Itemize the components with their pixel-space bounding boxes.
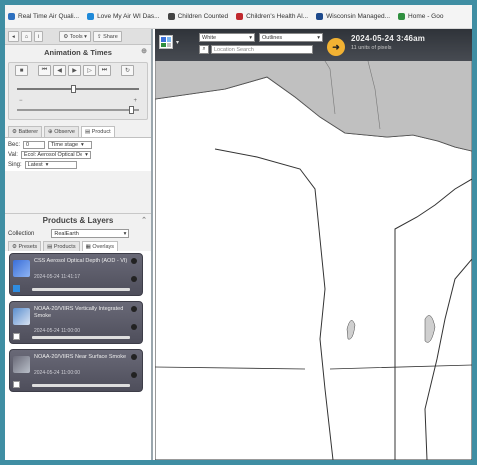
layer-card-vertical-smoke[interactable]: NOAA-20/VIIRS Vertically Integrated Smok… [9, 301, 143, 344]
chevron-down-icon: ▾ [45, 162, 49, 168]
bookmark-wisconsin-managed[interactable]: Wisconsin Managed... [316, 13, 390, 20]
product-options: Bec: 0 Time stage ▾ Val: Ecol: Aerosol Op… [5, 137, 151, 171]
bookmark-childrens-health[interactable]: Children's Health Al... [236, 13, 308, 20]
layer-info-icon[interactable] [131, 258, 137, 264]
bookmark-favicon-icon [398, 13, 406, 20]
bookmark-home[interactable]: Home - Goo [398, 13, 443, 20]
option-row-2: Val: Ecol: Aerosol Optical Depth▾ [5, 150, 151, 160]
next-frame-button[interactable]: ▷ [83, 65, 96, 76]
layer-menu-icon[interactable] [131, 372, 137, 378]
products-icon: ▤ [47, 244, 54, 250]
option-row-1: Bec: 0 Time stage ▾ [5, 140, 151, 150]
chevron-down-icon: ▾ [81, 142, 84, 148]
tab-product[interactable]: ▤ Product [80, 126, 115, 137]
datetime-subtitle: 11 units of pixels [351, 45, 392, 51]
layer-opacity-slider[interactable] [32, 288, 130, 291]
tab-batterer[interactable]: ⚙ Batterer [8, 126, 43, 137]
play-button[interactable]: ▶ [68, 65, 81, 76]
bookmark-love-my-air[interactable]: Love My Air WI Das... [87, 13, 160, 20]
animation-panel: ■ ⏮ ◀ ▶ ▷ ⏭ ↻ − + [8, 62, 148, 120]
product-select[interactable]: Ecol: Aerosol Optical Depth▾ [20, 151, 91, 159]
layer-visible-checkbox[interactable] [13, 333, 20, 340]
playback-controls: ■ ⏮ ◀ ▶ ▷ ⏭ ↻ [9, 63, 147, 78]
first-frame-button[interactable]: ⏮ [38, 65, 51, 76]
layer-opacity-slider[interactable] [32, 384, 130, 387]
info-button[interactable]: i [34, 31, 44, 42]
basemap-dropdown-icon[interactable]: ▾ [176, 39, 179, 46]
bookmark-air-quality[interactable]: Real Time Air Quali... [8, 13, 79, 20]
bookmark-favicon-icon [236, 13, 244, 20]
layer-menu-icon[interactable] [131, 324, 137, 330]
chevron-down-icon: ▾ [85, 152, 88, 158]
time-arrow-button[interactable]: ➜ [327, 38, 345, 56]
share-button[interactable]: ⇪ Share [92, 31, 122, 42]
bookmark-favicon-icon [316, 13, 324, 20]
layers-icon: ▤ [84, 129, 92, 135]
frame-slider[interactable] [17, 106, 139, 114]
bookmark-children-counted[interactable]: Children Counted [167, 13, 228, 20]
chevron-down-icon: ▾ [123, 230, 127, 237]
search-icon[interactable]: ⌕ [199, 45, 209, 54]
map-top-toolbar: ▾ White ▾ Outlines ▾ ⌕ Location Search ➜ 2… [155, 29, 472, 61]
basemap-grid-icon[interactable] [159, 35, 173, 49]
bookmark-favicon-icon [8, 13, 15, 20]
map-canvas[interactable] [155, 29, 472, 460]
loop-button[interactable]: ↻ [121, 65, 134, 76]
bookmark-favicon-icon [167, 13, 175, 20]
location-search-input[interactable]: Location Search [211, 45, 313, 54]
prev-frame-button[interactable]: ◀ [53, 65, 66, 76]
option-row-3: Sing: Latest ▾ [5, 160, 151, 170]
layer-opacity-slider[interactable] [32, 336, 130, 339]
bookmark-favicon-icon [87, 13, 95, 20]
tools-button[interactable]: ⚙ Tools ▾ [59, 31, 91, 42]
layer-info-icon[interactable] [131, 306, 137, 312]
bookmarks-bar: Real Time Air Quali... Love My Air WI Da… [5, 5, 472, 29]
row1-select[interactable]: Time stage ▾ [48, 141, 93, 149]
layer-card-surface-smoke[interactable]: NOAA-20/VIIRS Near Surface Smoke 2024-05… [9, 349, 143, 392]
row1-value-field[interactable]: 0 [23, 141, 46, 149]
timing-select[interactable]: Latest ▾ [24, 161, 77, 169]
layers-list: CSS Aerosol Optical Depth (AOD - VI) 202… [5, 251, 151, 460]
basemap-select[interactable]: White ▾ [199, 33, 255, 42]
frame-slider-handle[interactable] [129, 106, 134, 114]
layer-visible-checkbox[interactable] [13, 285, 20, 292]
speed-slider-handle[interactable] [71, 85, 76, 93]
collapse-icon[interactable]: ⊕ [141, 47, 147, 55]
layer-visible-checkbox[interactable] [13, 381, 20, 388]
map-view[interactable]: ▾ White ▾ Outlines ▾ ⌕ Location Search ➜ 2… [155, 29, 472, 460]
last-frame-button[interactable]: ⏭ [98, 65, 111, 76]
home-button[interactable]: ⌂ [20, 31, 33, 42]
chevron-down-icon: ▾ [249, 34, 252, 41]
layer-thumbnail [13, 308, 30, 325]
display-tabs: ⚙ Batterer ⊕ Observe ▤ Product [5, 123, 151, 137]
tab-observe[interactable]: ⊕ Observe [44, 126, 79, 137]
layer-card-aod[interactable]: CSS Aerosol Optical Depth (AOD - VI) 202… [9, 253, 143, 296]
layer-info-icon[interactable] [131, 354, 137, 360]
overlays-icon: ▦ [85, 244, 93, 250]
slow-icon: − [19, 98, 23, 104]
collection-row: Collection RealEarth ▾ [5, 228, 151, 239]
stop-button[interactable]: ■ [15, 65, 28, 76]
panel-toolbar: ◂ ⌂ i ⚙ Tools ▾ ⇪ Share [5, 29, 151, 45]
collapse-icon[interactable]: ⌃ [141, 216, 147, 224]
back-button[interactable]: ◂ [8, 31, 19, 42]
products-layers-header: Products & Layers ⌃ [5, 213, 151, 226]
layer-thumbnail [13, 260, 30, 277]
outline-select[interactable]: Outlines ▾ [259, 33, 323, 42]
left-panel: ◂ ⌂ i ⚙ Tools ▾ ⇪ Share Animation & Time… [5, 29, 153, 460]
browser-window: Real Time Air Quali... Love My Air WI Da… [0, 0, 477, 465]
chevron-down-icon: ▾ [317, 34, 320, 41]
current-datetime: 2024-05-24 3:46am [351, 34, 426, 43]
layer-thumbnail [13, 356, 30, 373]
layer-menu-icon[interactable] [131, 276, 137, 282]
collection-select[interactable]: RealEarth ▾ [51, 229, 130, 238]
animation-header: Animation & Times ⊕ [44, 47, 147, 57]
speed-slider[interactable] [17, 85, 139, 93]
fast-icon: + [133, 98, 137, 104]
